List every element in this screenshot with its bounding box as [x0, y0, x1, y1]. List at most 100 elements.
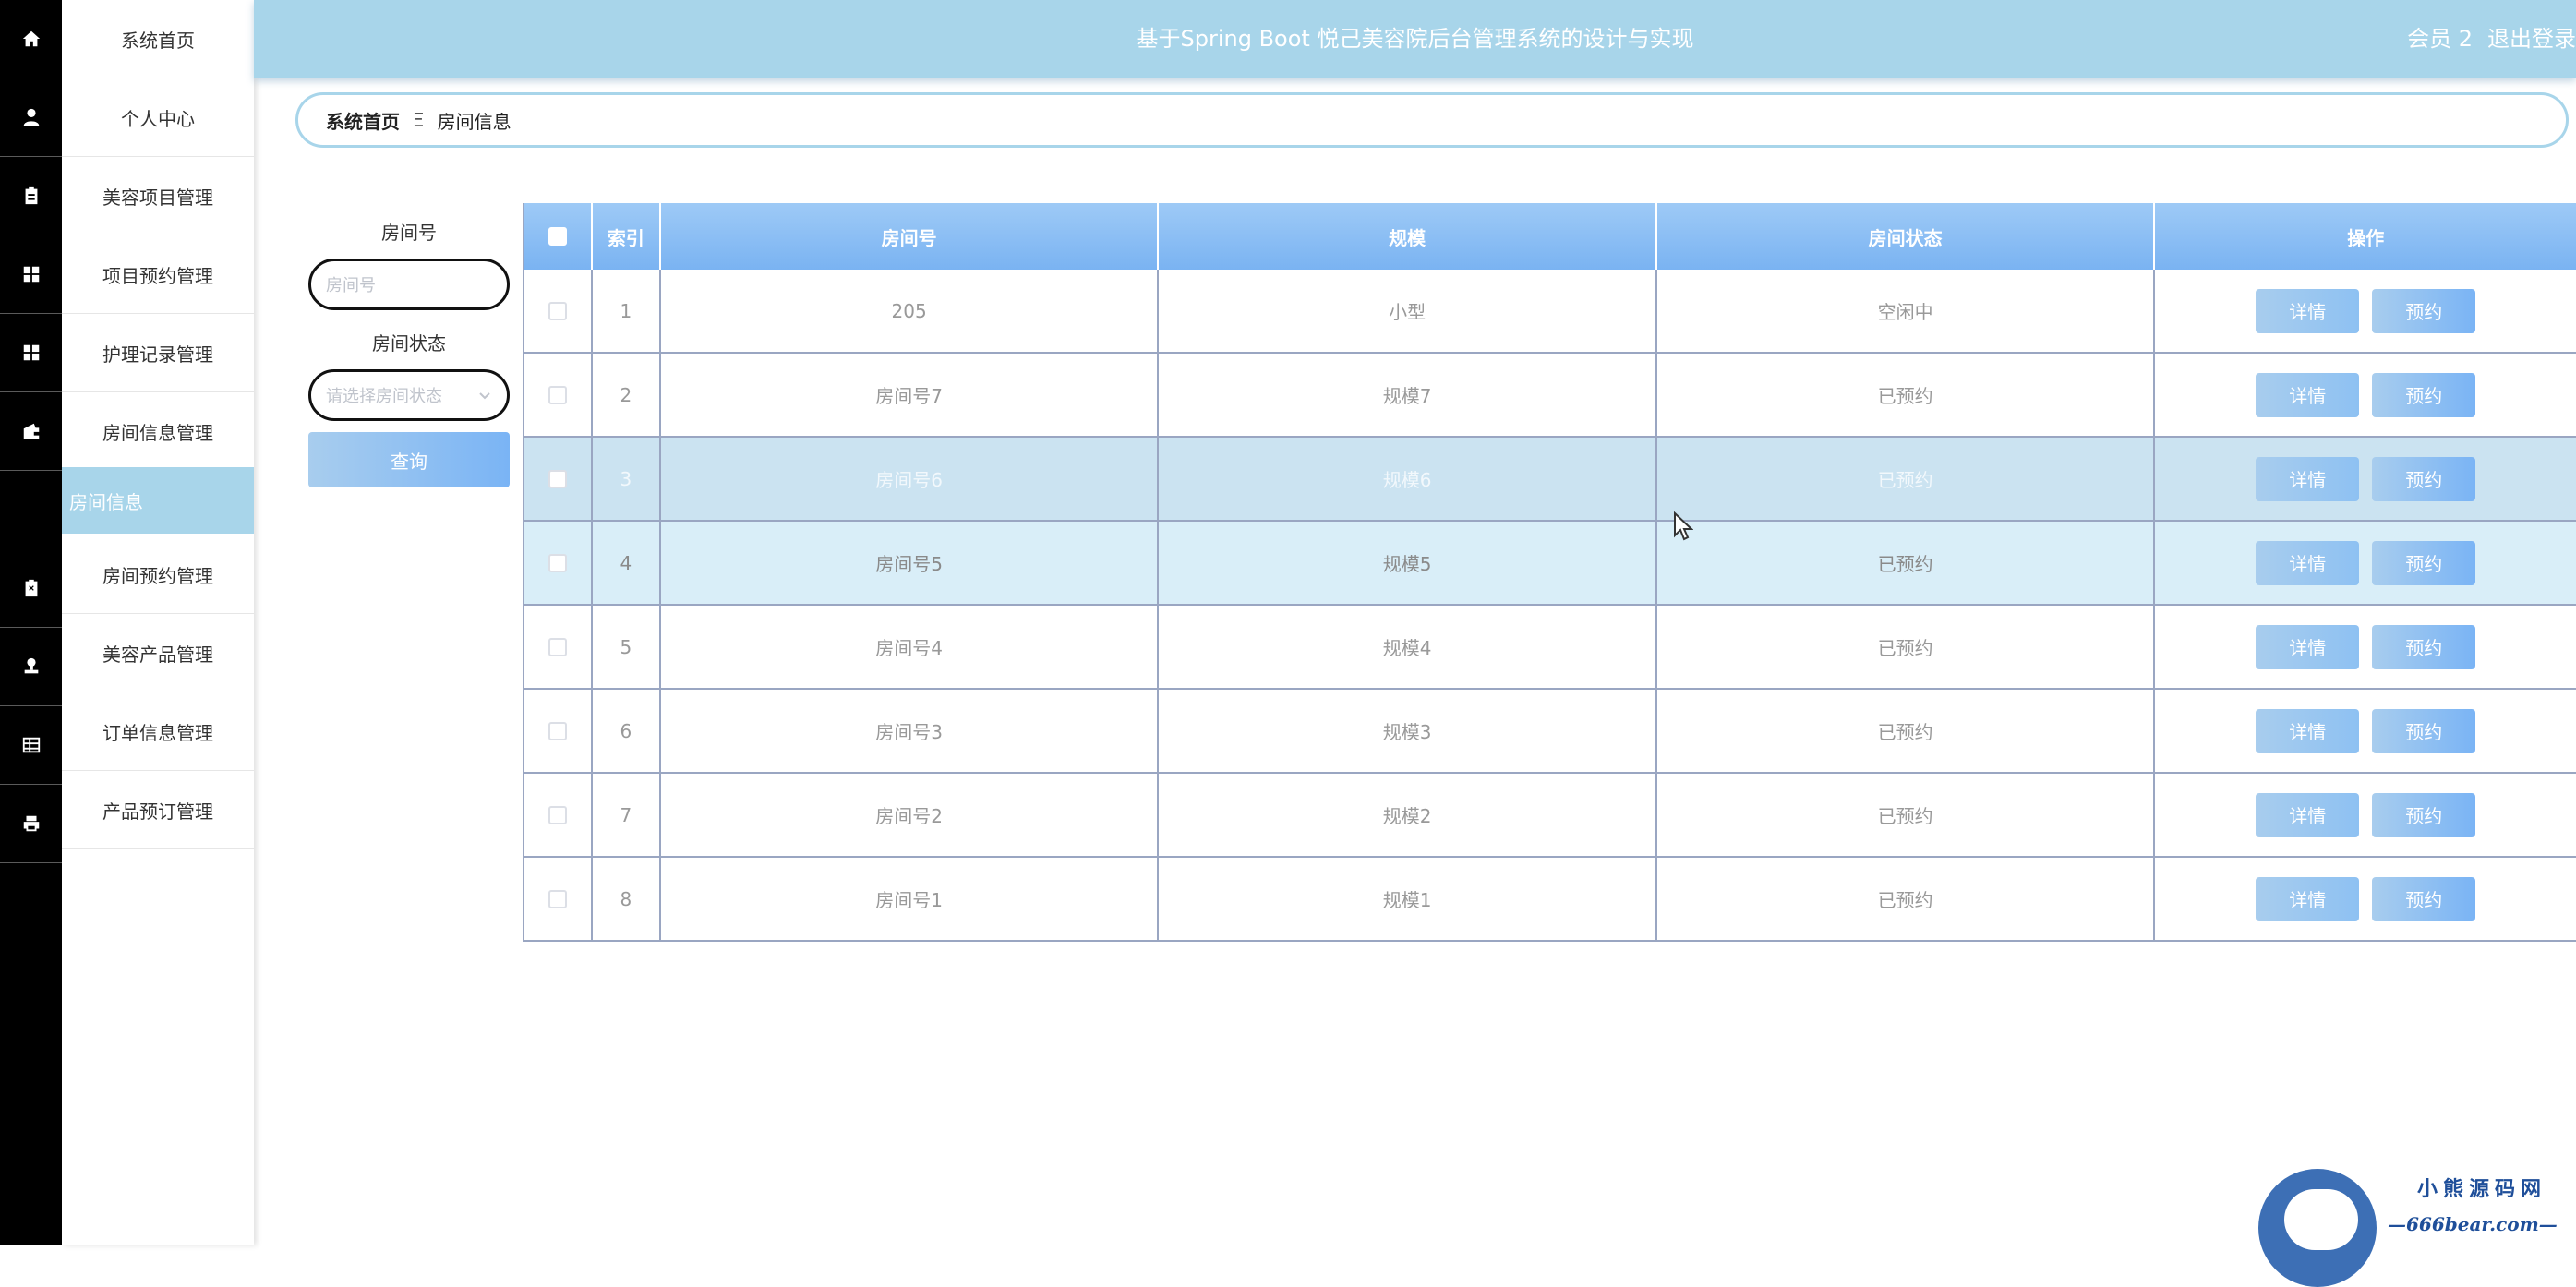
row-checkbox-cell	[524, 438, 593, 520]
sidebar-item-beauty-products[interactable]: 美容产品管理	[62, 614, 254, 692]
sidebar-item-home[interactable]: 系统首页	[62, 0, 254, 78]
row-checkbox[interactable]	[548, 721, 567, 740]
book-button[interactable]: 预约	[2372, 540, 2476, 585]
book-button[interactable]: 预约	[2372, 876, 2476, 921]
header-scale: 规模	[1159, 203, 1657, 270]
room-no-label: 房间号	[381, 222, 437, 244]
cell-status: 已预约	[1657, 690, 2156, 772]
cell-scale: 规模3	[1159, 690, 1657, 772]
detail-button[interactable]: 详情	[2256, 540, 2360, 585]
sidebar-item-product-booking[interactable]: 产品预订管理	[62, 771, 254, 849]
row-checkbox[interactable]	[548, 805, 567, 824]
row-checkbox[interactable]	[548, 301, 567, 320]
detail-button[interactable]: 详情	[2256, 372, 2360, 417]
cell-room-no: 房间号3	[661, 690, 1160, 772]
header-status: 房间状态	[1657, 203, 2156, 270]
row-checkbox[interactable]	[548, 469, 567, 488]
sidebar-item-project-booking[interactable]: 项目预约管理	[62, 235, 254, 314]
sidebar-item-room-info-mgmt[interactable]: 房间信息管理	[62, 392, 254, 471]
cell-room-no: 205	[661, 270, 1160, 352]
watermark-logo: 小熊源码网 —666bear.com—	[2253, 1165, 2576, 1287]
cell-status: 已预约	[1657, 606, 2156, 688]
cell-status: 已预约	[1657, 858, 2156, 940]
printer-icon[interactable]	[0, 785, 62, 863]
detail-button[interactable]: 详情	[2256, 288, 2360, 333]
book-button[interactable]: 预约	[2372, 456, 2476, 501]
table-icon[interactable]	[0, 706, 62, 785]
cell-room-no: 房间号1	[661, 858, 1160, 940]
detail-button[interactable]: 详情	[2256, 708, 2360, 753]
row-checkbox-cell	[524, 354, 593, 436]
cell-room-no: 房间号2	[661, 774, 1160, 856]
stamp-icon[interactable]	[0, 628, 62, 706]
cell-status: 已预约	[1657, 354, 2156, 436]
room-table: 索引 房间号 规模 房间状态 操作 1 205 小型 空闲中 详情 预约 2 房…	[523, 203, 2576, 942]
row-checkbox-cell	[524, 690, 593, 772]
table-row[interactable]: 1 205 小型 空闲中 详情 预约	[524, 270, 2576, 354]
chevron-down-icon	[479, 392, 490, 400]
room-no-input[interactable]: 房间号	[308, 259, 510, 310]
detail-button[interactable]: 详情	[2256, 876, 2360, 921]
sidebar-subitem-room-info[interactable]: 房间信息	[62, 467, 254, 534]
grid-icon[interactable]	[0, 235, 62, 314]
room-status-label: 房间状态	[372, 332, 446, 355]
sidebar-menu: 系统首页 个人中心 美容项目管理 项目预约管理 护理记录管理 房间信息管理 房间…	[62, 0, 254, 1245]
cell-actions: 详情 预约	[2155, 690, 2576, 772]
row-checkbox[interactable]	[548, 385, 567, 404]
cell-scale: 规模5	[1159, 522, 1657, 604]
select-all-checkbox[interactable]	[548, 227, 567, 246]
cell-index: 5	[593, 606, 661, 688]
table-row[interactable]: 5 房间号4 规模4 已预约 详情 预约	[524, 606, 2576, 690]
icon-strip	[0, 0, 62, 1245]
cell-room-no: 房间号4	[661, 606, 1160, 688]
cell-index: 1	[593, 270, 661, 352]
clipboard-x-icon[interactable]	[0, 549, 62, 628]
cell-scale: 规模6	[1159, 438, 1657, 520]
mouse-cursor-icon	[1674, 511, 1693, 541]
cell-status: 已预约	[1657, 522, 2156, 604]
table-row[interactable]: 8 房间号1 规模1 已预约 详情 预约	[524, 858, 2576, 942]
row-checkbox[interactable]	[548, 889, 567, 908]
room-status-select[interactable]: 请选择房间状态	[308, 369, 510, 421]
room-no-placeholder: 房间号	[326, 276, 376, 295]
book-button[interactable]: 预约	[2372, 792, 2476, 837]
detail-button[interactable]: 详情	[2256, 624, 2360, 669]
clipboard-icon[interactable]	[0, 157, 62, 235]
bear-logo-icon	[2258, 1169, 2377, 1287]
cell-actions: 详情 预约	[2155, 438, 2576, 520]
cell-status: 已预约	[1657, 774, 2156, 856]
row-checkbox[interactable]	[548, 553, 567, 572]
cell-actions: 详情 预约	[2155, 522, 2576, 604]
sidebar-item-room-booking[interactable]: 房间预约管理	[62, 535, 254, 614]
book-button[interactable]: 预约	[2372, 624, 2476, 669]
wallet-icon[interactable]	[0, 392, 62, 471]
table-row[interactable]: 7 房间号2 规模2 已预约 详情 预约	[524, 774, 2576, 858]
table-row[interactable]: 6 房间号3 规模3 已预约 详情 预约	[524, 690, 2576, 774]
row-checkbox[interactable]	[548, 637, 567, 656]
cell-room-no: 房间号7	[661, 354, 1160, 436]
sidebar-item-profile[interactable]: 个人中心	[62, 78, 254, 157]
book-button[interactable]: 预约	[2372, 372, 2476, 417]
table-row[interactable]: 2 房间号7 规模7 已预约 详情 预约	[524, 354, 2576, 438]
cell-index: 7	[593, 774, 661, 856]
sidebar-item-care-records[interactable]: 护理记录管理	[62, 314, 254, 392]
logout-link[interactable]: 退出登录	[2487, 0, 2576, 78]
detail-button[interactable]: 详情	[2256, 456, 2360, 501]
app-title: 基于Spring Boot 悦己美容院后台管理系统的设计与实现	[1136, 26, 1694, 52]
home-icon[interactable]	[0, 0, 62, 78]
cell-index: 3	[593, 438, 661, 520]
query-button[interactable]: 查询	[308, 432, 510, 487]
sidebar-item-beauty-projects[interactable]: 美容项目管理	[62, 157, 254, 235]
header-index: 索引	[593, 203, 661, 270]
user-icon[interactable]	[0, 78, 62, 157]
cell-actions: 详情 预约	[2155, 774, 2576, 856]
grid-icon[interactable]	[0, 314, 62, 392]
room-status-placeholder: 请选择房间状态	[326, 387, 442, 406]
book-button[interactable]: 预约	[2372, 288, 2476, 333]
sidebar-item-orders[interactable]: 订单信息管理	[62, 692, 254, 771]
table-row[interactable]: 4 房间号5 规模5 已预约 详情 预约	[524, 522, 2576, 606]
breadcrumb-home[interactable]: 系统首页	[326, 107, 400, 134]
table-row[interactable]: 3 房间号6 规模6 已预约 详情 预约	[524, 438, 2576, 522]
book-button[interactable]: 预约	[2372, 708, 2476, 753]
detail-button[interactable]: 详情	[2256, 792, 2360, 837]
